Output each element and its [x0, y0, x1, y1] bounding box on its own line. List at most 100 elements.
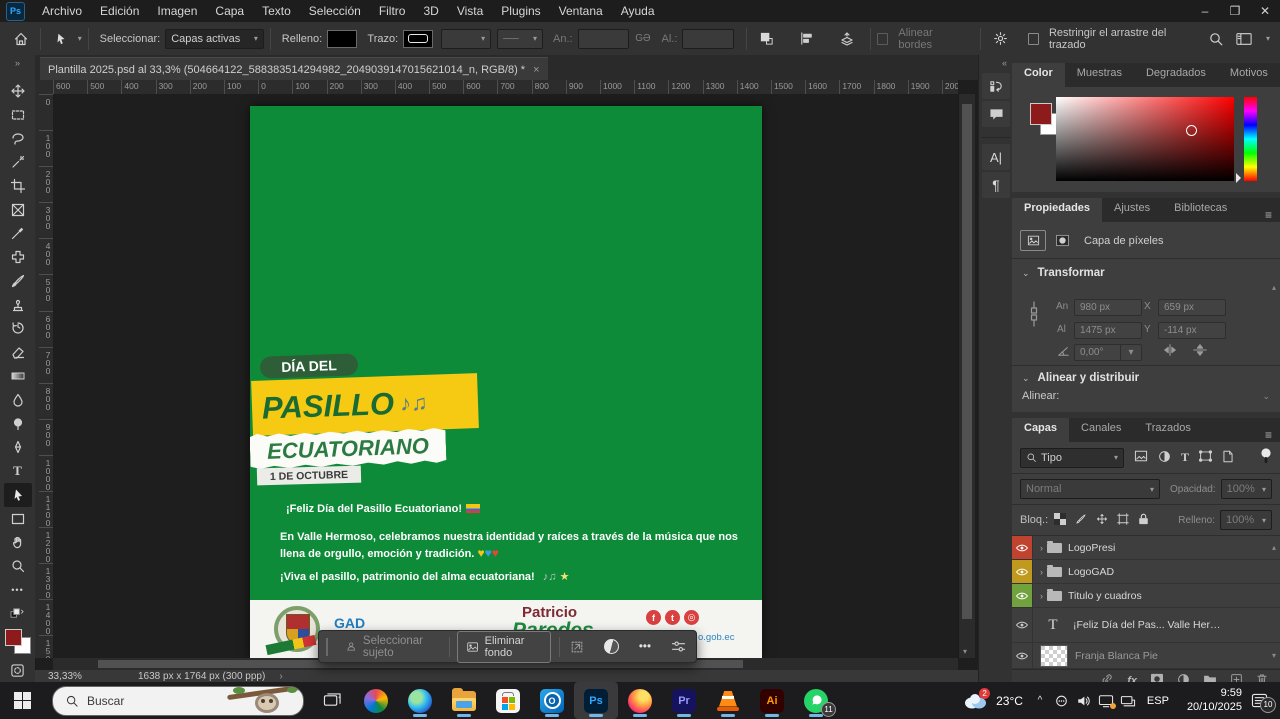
tab-capas[interactable]: Capas	[1012, 418, 1069, 442]
dock-collapse-icon[interactable]: «	[979, 55, 1013, 71]
tab-ajustes[interactable]: Ajustes	[1102, 198, 1162, 222]
mask-icon[interactable]	[1050, 231, 1074, 250]
layer-row-logopresi[interactable]: › LogoPresi ▴	[1012, 536, 1280, 560]
layers-scroll-up-icon[interactable]: ▴	[1272, 543, 1276, 552]
rectangle-tool[interactable]	[4, 507, 32, 531]
menu-item[interactable]: Archivo	[33, 0, 91, 22]
flip-vertical-icon[interactable]	[1192, 343, 1208, 360]
copilot-icon[interactable]	[354, 682, 398, 719]
transform-collapse-icon[interactable]: ⌄	[1022, 268, 1030, 279]
layers-scroll-down-icon[interactable]: ▾	[1272, 651, 1276, 660]
layer-row-franja[interactable]: Franja Blanca Pie ▾	[1012, 643, 1280, 669]
store-icon[interactable]	[486, 682, 530, 719]
visibility-eye-icon[interactable]	[1012, 536, 1033, 559]
document-tab[interactable]: Plantilla 2025.psd al 33,3% (504664122_5…	[40, 57, 548, 81]
hand-tool[interactable]	[4, 530, 32, 554]
menu-item[interactable]: Filtro	[370, 0, 415, 22]
layer-row-titulo[interactable]: › Titulo y cuadros	[1012, 584, 1280, 608]
workspace-switcher-icon[interactable]	[1230, 27, 1258, 51]
tab-muestras[interactable]: Muestras	[1065, 63, 1134, 87]
visibility-eye-icon[interactable]	[1012, 584, 1033, 607]
visibility-eye-icon[interactable]	[1012, 608, 1033, 642]
path-selection-tool[interactable]	[4, 483, 32, 507]
boolean-ops-icon[interactable]	[753, 27, 779, 51]
notification-center-icon[interactable]: 10	[1242, 686, 1276, 716]
speaker-icon[interactable]	[1073, 686, 1095, 716]
move-tool[interactable]	[4, 79, 32, 103]
poster-artwork[interactable]: DÍA DEL PASILLO ♪♫ ECUATORIANO 1 DE OCTU…	[250, 106, 762, 658]
vertical-scrollbar-thumb[interactable]	[962, 104, 972, 619]
filter-toggle-icon[interactable]	[1260, 447, 1272, 468]
lasso-tool[interactable]	[4, 126, 32, 150]
tab-close-icon[interactable]: ×	[533, 64, 539, 76]
menu-item[interactable]: Edición	[91, 0, 148, 22]
link-wh-icon[interactable]	[1028, 299, 1040, 332]
layer-name[interactable]: Franja Blanca Pie	[1075, 650, 1158, 662]
default-swap-colors-icon[interactable]	[4, 602, 32, 626]
notes-panel-icon[interactable]	[982, 101, 1010, 127]
menu-item[interactable]: Selección	[300, 0, 370, 22]
align-collapse-icon[interactable]: ⌄	[1022, 373, 1030, 384]
weather-temp[interactable]: 23°C	[996, 694, 1023, 708]
pen-tool[interactable]	[4, 435, 32, 459]
filter-adjustment-icon[interactable]	[1158, 450, 1171, 466]
filter-type-icon[interactable]: T	[1181, 450, 1189, 465]
taskbar-search[interactable]: Buscar	[52, 686, 304, 716]
vertical-ruler[interactable]: 0100200300400500600700800900100011001200…	[35, 94, 54, 658]
layer-row-logogad[interactable]: › LogoGAD	[1012, 560, 1280, 584]
drag-handle[interactable]	[326, 638, 330, 656]
layer-filter-dropdown[interactable]: Tipo▾	[1020, 448, 1124, 468]
pixel-layer-icon[interactable]	[1020, 230, 1046, 251]
lock-pixels-icon[interactable]	[1075, 513, 1087, 528]
flip-horizontal-icon[interactable]	[1162, 343, 1178, 360]
gear-icon[interactable]	[987, 27, 1013, 51]
menu-item[interactable]: Ayuda	[612, 0, 664, 22]
frame-tool[interactable]	[4, 198, 32, 222]
screen-cast-icon[interactable]	[1095, 686, 1117, 716]
group-expand-icon[interactable]: ›	[1040, 543, 1043, 553]
eraser-tool[interactable]	[4, 340, 32, 364]
type-tool[interactable]: T	[4, 459, 32, 483]
foreground-color-swatch[interactable]	[5, 629, 22, 646]
vertical-scrollbar[interactable]: ▾	[958, 94, 975, 658]
blur-tool[interactable]	[4, 388, 32, 412]
premiere-icon[interactable]: Pr	[662, 682, 706, 719]
group-expand-icon[interactable]: ›	[1040, 567, 1043, 577]
filter-shape-icon[interactable]	[1199, 450, 1212, 465]
menu-item[interactable]: Imagen	[148, 0, 206, 22]
home-icon[interactable]	[8, 27, 34, 51]
tray-chevron-icon[interactable]: ^	[1029, 686, 1051, 716]
visibility-eye-icon[interactable]	[1012, 560, 1033, 583]
tab-propiedades[interactable]: Propiedades	[1012, 198, 1102, 222]
outlook-icon[interactable]: O	[530, 682, 574, 719]
start-button[interactable]	[0, 682, 44, 719]
tool-preset-chevron-icon[interactable]: ▾	[78, 34, 82, 43]
constrain-path-checkbox[interactable]	[1028, 33, 1039, 45]
tab-motivos[interactable]: Motivos	[1218, 63, 1280, 87]
search-icon[interactable]	[1202, 27, 1230, 51]
photoshop-taskbar-icon[interactable]: Ps	[574, 682, 618, 719]
history-panel-icon[interactable]	[982, 73, 1010, 99]
lock-all-icon[interactable]	[1138, 513, 1149, 528]
hue-slider-arrow[interactable]	[1236, 173, 1246, 183]
status-more-icon[interactable]: ›	[279, 671, 282, 682]
illustrator-icon[interactable]: Ai	[750, 682, 794, 719]
lock-transparency-icon[interactable]	[1054, 513, 1066, 528]
foreground-background-swatches[interactable]	[5, 629, 31, 655]
paragraph-panel-icon[interactable]: ¶	[982, 172, 1010, 198]
tab-trazados[interactable]: Trazados	[1133, 418, 1202, 442]
layer-name[interactable]: LogoPresi	[1068, 542, 1115, 554]
more-tools-icon[interactable]: •••	[4, 578, 32, 602]
menu-item[interactable]: 3D	[414, 0, 447, 22]
tab-color[interactable]: Color	[1012, 63, 1065, 87]
filter-smart-object-icon[interactable]	[1222, 450, 1234, 466]
visibility-eye-icon[interactable]	[1012, 643, 1033, 668]
properties-panel-menu-icon[interactable]: ≡	[1265, 208, 1280, 222]
vlc-icon[interactable]	[706, 682, 750, 719]
toolbar-collapse-icon[interactable]: »	[15, 55, 20, 71]
tab-canales[interactable]: Canales	[1069, 418, 1133, 442]
clone-stamp-tool[interactable]	[4, 293, 32, 317]
dodge-tool[interactable]	[4, 412, 32, 436]
color-field[interactable]	[1056, 97, 1234, 181]
path-alignment-icon[interactable]	[793, 27, 819, 51]
